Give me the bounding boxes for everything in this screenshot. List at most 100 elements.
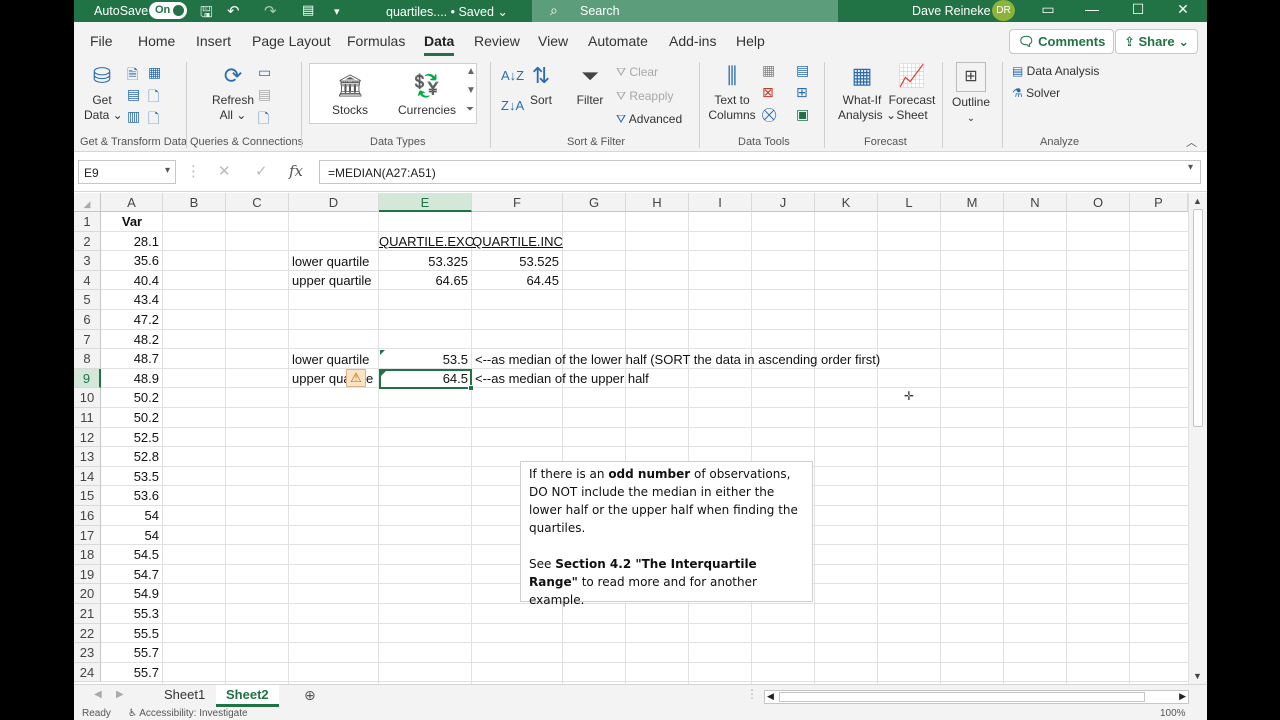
file-title[interactable]: quartiles.... • Saved ⌄ <box>386 4 508 19</box>
cell-a24[interactable]: 55.7 <box>101 663 163 682</box>
remove-duplicates-icon[interactable]: ⊠ <box>762 84 774 101</box>
column-header-g[interactable]: G <box>563 193 626 212</box>
outline-button[interactable]: ⊞ Outline ⌄ <box>950 62 992 126</box>
cell-a6[interactable]: 47.2 <box>101 310 163 329</box>
cell-a10[interactable]: 50.2 <box>101 388 163 407</box>
queries-icon[interactable]: 🗋 <box>148 108 159 132</box>
expand-formula-icon[interactable]: ▾ <box>1188 162 1193 173</box>
cell-f9[interactable]: <--as median of the upper half <box>475 369 649 388</box>
cell-e8[interactable]: 53.5 <box>379 350 472 369</box>
next-sheet-icon[interactable]: ▶ <box>116 689 124 700</box>
solver-button[interactable]: ⚗ Solver <box>1012 86 1060 100</box>
forecast-sheet-button[interactable]: 📈 Forecast Sheet <box>888 62 936 123</box>
cell-e3[interactable]: 53.325 <box>379 252 472 271</box>
note-textbox[interactable]: If there is an odd number of observation… <box>520 461 813 607</box>
ribbon-display-icon[interactable]: ▭ <box>1038 1 1058 18</box>
customize-qat-icon[interactable]: ▾ <box>334 5 340 18</box>
column-header-e[interactable]: E <box>379 193 472 212</box>
user-name[interactable]: Dave Reineke <box>912 4 991 18</box>
tab-review[interactable]: Review <box>474 33 520 49</box>
consolidate-icon[interactable]: ▤ <box>796 62 809 79</box>
column-header-k[interactable]: K <box>815 193 878 212</box>
sort-za-icon[interactable]: Z↓A <box>501 98 524 113</box>
row-header-20[interactable]: 20 <box>74 584 101 604</box>
row-header-2[interactable]: 2 <box>74 231 101 252</box>
cell-d9[interactable]: upper qua <box>292 369 351 388</box>
from-table-icon[interactable]: ▤ <box>127 86 140 103</box>
collapse-ribbon-icon[interactable]: ︿ <box>1186 134 1197 150</box>
row-header-7[interactable]: 7 <box>74 329 101 350</box>
gallery-more-icon[interactable]: ⏷ <box>466 104 474 115</box>
row-header-17[interactable]: 17 <box>74 525 101 546</box>
share-button[interactable]: ⇪ Share ⌄ <box>1115 29 1199 54</box>
cell-f2[interactable]: QUARTILE.INC <box>472 232 563 251</box>
sheet-tab-sheet1[interactable]: Sheet1 <box>154 685 215 707</box>
row-header-23[interactable]: 23 <box>74 643 101 663</box>
relationships-icon[interactable]: ⊞ <box>796 84 808 101</box>
queries-connections-icon[interactable]: ▭ <box>258 64 271 81</box>
prev-sheet-icon[interactable]: ◀ <box>94 689 102 700</box>
horizontal-scrollbar[interactable]: ◀ ▶ <box>764 690 1189 704</box>
cell-a15[interactable]: 53.6 <box>101 486 163 505</box>
column-header-a[interactable]: A <box>101 193 163 212</box>
tab-formulas[interactable]: Formulas <box>347 33 405 49</box>
column-header-l[interactable]: L <box>878 193 941 212</box>
cell-a20[interactable]: 54.9 <box>101 584 163 603</box>
from-web-icon[interactable]: ▦ <box>148 64 161 81</box>
redo-icon[interactable]: ↷ <box>264 2 277 20</box>
cell-a11[interactable]: 50.2 <box>101 408 163 427</box>
cell-e9[interactable]: 64.5 <box>379 369 472 388</box>
cell-d4[interactable]: upper quartile <box>292 271 372 290</box>
close-icon[interactable]: ✕ <box>1173 1 1193 18</box>
cell-a14[interactable]: 53.5 <box>101 467 163 486</box>
add-sheet-icon[interactable]: ⊕ <box>304 687 316 704</box>
minimize-icon[interactable]: — <box>1082 1 1102 17</box>
row-header-1[interactable]: 1 <box>74 212 101 232</box>
cell-e4[interactable]: 64.65 <box>379 271 472 290</box>
cell-a19[interactable]: 54.7 <box>101 565 163 584</box>
row-header-6[interactable]: 6 <box>74 310 101 330</box>
tab-home[interactable]: Home <box>138 33 175 49</box>
scrollbar-thumb[interactable] <box>779 692 1145 702</box>
undo-icon[interactable]: ↶ <box>227 2 240 20</box>
row-header-4[interactable]: 4 <box>74 270 101 291</box>
cell-a22[interactable]: 55.5 <box>101 624 163 643</box>
row-header-11[interactable]: 11 <box>74 408 101 428</box>
avatar[interactable]: DR <box>992 0 1015 21</box>
tab-view[interactable]: View <box>538 33 568 49</box>
column-header-p[interactable]: P <box>1130 193 1188 212</box>
insert-function-icon[interactable]: fx <box>289 162 303 180</box>
tab-page-layout[interactable]: Page Layout <box>252 33 331 49</box>
row-header-24[interactable]: 24 <box>74 662 101 683</box>
search-box[interactable]: ⌕ Search <box>532 0 838 22</box>
gallery-up-icon[interactable]: ▲ <box>466 66 476 77</box>
row-header-15[interactable]: 15 <box>74 486 101 506</box>
what-if-button[interactable]: ▦ What-If Analysis ⌄ <box>838 62 896 123</box>
cell-a17[interactable]: 54 <box>101 526 163 545</box>
tab-help[interactable]: Help <box>736 33 765 49</box>
get-data-button[interactable]: ⛁ Get Data ⌄ <box>84 62 123 123</box>
cell-d8[interactable]: lower quartile <box>292 350 369 369</box>
scroll-right-icon[interactable]: ▶ <box>1179 691 1186 702</box>
text-to-columns-button[interactable]: ⫼ Text to Columns <box>708 62 756 123</box>
edit-links-icon[interactable]: 🗋 <box>258 108 269 132</box>
recent-sources-icon[interactable]: 🗋 <box>148 86 159 110</box>
select-all-corner[interactable]: ◢ <box>74 193 101 212</box>
cell-f3[interactable]: 53.525 <box>472 252 563 271</box>
column-header-m[interactable]: M <box>941 193 1004 212</box>
sort-az-icon[interactable]: A↓Z <box>501 68 524 83</box>
cell-a16[interactable]: 54 <box>101 506 163 525</box>
comments-button[interactable]: 🗨 Comments <box>1009 29 1115 54</box>
row-header-14[interactable]: 14 <box>74 466 101 487</box>
from-text-icon[interactable]: 🗎 <box>127 64 138 88</box>
data-model-icon[interactable]: ▣ <box>796 106 809 123</box>
tab-insert[interactable]: Insert <box>196 33 231 49</box>
cell-f8[interactable]: <--as median of the lower half (SORT the… <box>475 350 880 369</box>
cell-a13[interactable]: 52.8 <box>101 447 163 466</box>
vertical-scrollbar[interactable]: ▲ ▼ <box>1188 193 1207 684</box>
column-header-b[interactable]: B <box>163 193 226 212</box>
row-header-21[interactable]: 21 <box>74 604 101 624</box>
cell-a18[interactable]: 54.5 <box>101 545 163 564</box>
cell-a12[interactable]: 52.5 <box>101 428 163 447</box>
worksheet-grid[interactable]: ◢ ABCDEFGHIJKLMNOP 1 2 3 4 5 6 7 8 9 10 11 12 13 14 15… <box>74 193 1207 684</box>
